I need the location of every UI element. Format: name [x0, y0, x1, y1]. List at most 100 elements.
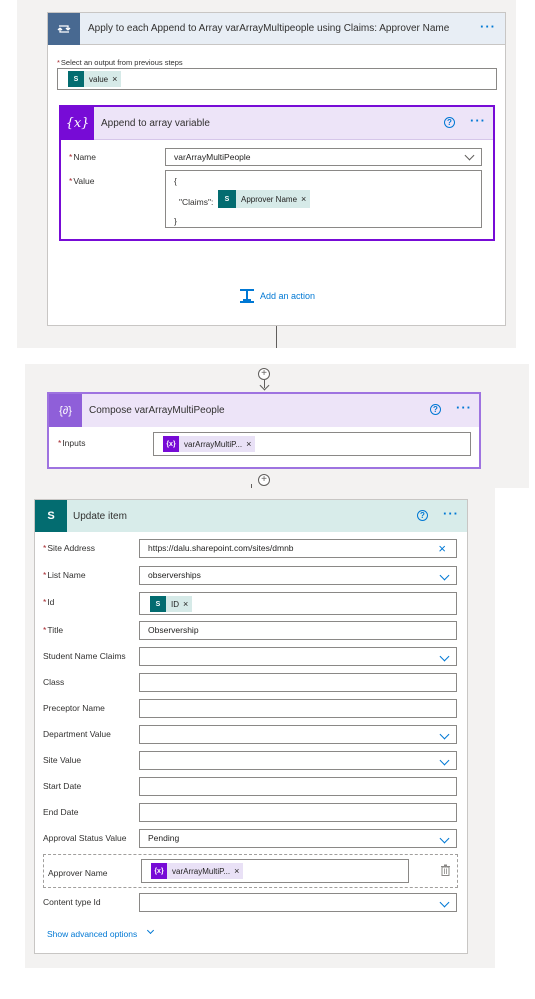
- show-advanced-label: Show advanced options: [47, 929, 138, 939]
- list-name-label: *List Name: [43, 570, 86, 580]
- add-action-link[interactable]: Add an action: [260, 291, 315, 301]
- id-token[interactable]: S ID ×: [150, 596, 193, 613]
- append-header[interactable]: {x} Append to array variable ? ···: [61, 107, 493, 140]
- remove-token-icon[interactable]: ×: [112, 71, 117, 88]
- chevron-down-icon: [146, 926, 155, 935]
- site-address-value: https://dalu.sharepoint.com/sites/dmnb: [148, 543, 294, 553]
- chevron-down-icon: [439, 729, 450, 740]
- select-output-label: *Select an output from previous steps: [57, 58, 183, 67]
- student-name-claims-label: Student Name Claims: [43, 651, 126, 661]
- insert-step-plus-icon[interactable]: +: [258, 368, 270, 380]
- approval-status-value: Pending: [148, 833, 180, 843]
- var-array-token[interactable]: {x} varArrayMultiP... ×: [163, 436, 256, 453]
- approval-status-dropdown[interactable]: Pending: [139, 829, 457, 848]
- apply-each-title: Apply to each Append to Array varArrayMu…: [88, 23, 450, 34]
- list-name-dropdown[interactable]: observerships: [139, 566, 457, 585]
- var-array-token-label: varArrayMultiP...: [172, 866, 231, 876]
- variable-icon: {x}: [61, 107, 94, 140]
- inputs-label: *Inputs: [58, 438, 86, 448]
- approver-name-label: Approver Name: [48, 868, 108, 878]
- end-date-label: End Date: [43, 807, 79, 817]
- preceptor-name-label: Preceptor Name: [43, 703, 105, 713]
- approver-name-token-label: Approver Name: [241, 194, 298, 204]
- site-value-dropdown[interactable]: [139, 751, 457, 770]
- value-token-label: value: [89, 74, 109, 84]
- apply-each-card: Apply to each Append to Array varArrayMu…: [47, 12, 506, 326]
- more-options-icon[interactable]: ···: [456, 401, 472, 414]
- value-textarea[interactable]: { "Claims": S Approver Name × }: [165, 170, 482, 228]
- list-name-value: observerships: [148, 570, 201, 580]
- more-options-icon[interactable]: ···: [470, 114, 486, 127]
- content-type-id-label: Content type Id: [43, 897, 101, 907]
- help-icon[interactable]: ?: [444, 117, 455, 128]
- add-action-icon[interactable]: [239, 288, 255, 304]
- loop-icon: [48, 13, 80, 45]
- help-icon[interactable]: ?: [417, 510, 428, 521]
- content-type-id-dropdown[interactable]: [139, 893, 457, 912]
- end-date-field[interactable]: [139, 803, 457, 822]
- chevron-down-icon: [439, 755, 450, 766]
- help-icon[interactable]: ?: [430, 404, 441, 415]
- id-field[interactable]: S ID ×: [139, 592, 457, 615]
- json-close-brace: }: [174, 216, 177, 226]
- approver-name-token[interactable]: S Approver Name ×: [218, 190, 311, 208]
- compose-header[interactable]: {∂} Compose varArrayMultiPeople ? ···: [49, 394, 479, 427]
- more-options-icon[interactable]: ···: [443, 507, 459, 520]
- chevron-down-icon: [439, 570, 450, 581]
- title-value: Observership: [148, 625, 199, 635]
- more-options-icon[interactable]: ···: [480, 20, 496, 33]
- value-token[interactable]: S value ×: [68, 71, 122, 88]
- site-address-field[interactable]: https://dalu.sharepoint.com/sites/dmnb ×: [139, 539, 457, 558]
- show-advanced-options-link[interactable]: Show advanced options: [47, 929, 137, 939]
- department-value-label: Department Value: [43, 729, 111, 739]
- insert-step-plus-icon[interactable]: +: [258, 474, 270, 486]
- compose-icon: {∂}: [49, 394, 82, 427]
- update-card: S Update item ? ··· *Site Address https:…: [34, 499, 468, 954]
- inputs-field[interactable]: {x} varArrayMultiP... ×: [153, 432, 471, 456]
- title-label: *Title: [43, 625, 64, 635]
- update-header[interactable]: S Update item ? ···: [35, 500, 467, 532]
- class-field[interactable]: [139, 673, 457, 692]
- name-value: varArrayMultiPeople: [174, 152, 251, 162]
- chevron-down-icon: [464, 150, 475, 161]
- chevron-down-icon: [439, 651, 450, 662]
- apply-each-header[interactable]: Apply to each Append to Array varArrayMu…: [48, 13, 505, 45]
- value-label: *Value: [69, 176, 95, 186]
- name-dropdown[interactable]: varArrayMultiPeople: [165, 148, 482, 166]
- site-address-label: *Site Address: [43, 543, 96, 553]
- remove-token-icon[interactable]: ×: [183, 596, 188, 613]
- connector-line: [276, 326, 277, 348]
- chevron-down-icon: [439, 833, 450, 844]
- var-array-token[interactable]: {x} varArrayMultiP... ×: [151, 863, 244, 880]
- update-title: Update item: [73, 511, 127, 522]
- trash-icon[interactable]: [440, 864, 451, 876]
- approver-name-group: Approver Name {x} varArrayMultiP... ×: [43, 854, 458, 888]
- remove-token-icon[interactable]: ×: [301, 194, 306, 204]
- var-array-token-label: varArrayMultiP...: [184, 439, 243, 449]
- compose-title: Compose varArrayMultiPeople: [89, 405, 225, 416]
- id-label: *Id: [43, 597, 55, 607]
- sharepoint-icon: S: [35, 500, 67, 532]
- start-date-field[interactable]: [139, 777, 457, 796]
- variable-icon: {x}: [163, 436, 179, 452]
- variable-icon: {x}: [151, 863, 167, 879]
- department-value-dropdown[interactable]: [139, 725, 457, 744]
- sharepoint-icon: S: [68, 71, 84, 87]
- class-label: Class: [43, 677, 65, 687]
- sharepoint-icon: S: [150, 596, 166, 612]
- id-token-label: ID: [171, 599, 179, 609]
- name-label: *Name: [69, 152, 96, 162]
- compose-card: {∂} Compose varArrayMultiPeople ? ··· *I…: [47, 392, 481, 469]
- student-name-claims-dropdown[interactable]: [139, 647, 457, 666]
- clear-icon[interactable]: ×: [438, 540, 446, 557]
- preceptor-name-field[interactable]: [139, 699, 457, 718]
- append-title: Append to array variable: [101, 118, 210, 129]
- approver-name-field[interactable]: {x} varArrayMultiP... ×: [141, 859, 409, 883]
- select-output-field[interactable]: S value ×: [57, 68, 497, 90]
- remove-token-icon[interactable]: ×: [246, 436, 251, 453]
- append-card: {x} Append to array variable ? ··· *Name…: [59, 105, 495, 241]
- title-field[interactable]: Observership: [139, 621, 457, 640]
- approval-status-label: Approval Status Value: [43, 833, 127, 843]
- start-date-label: Start Date: [43, 781, 82, 791]
- remove-token-icon[interactable]: ×: [234, 863, 239, 880]
